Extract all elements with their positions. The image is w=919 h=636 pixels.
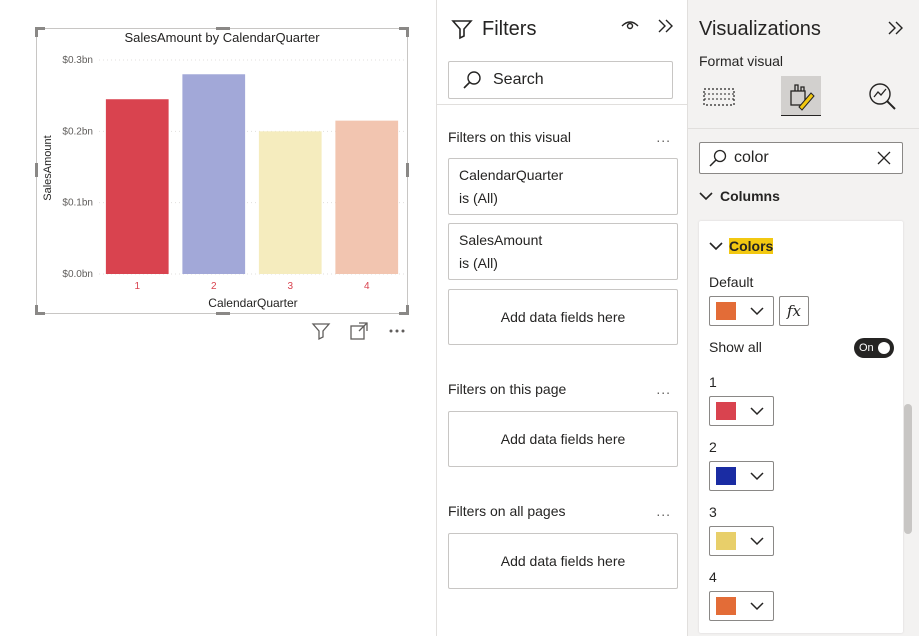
columns-label: Columns [720, 188, 780, 204]
bar-quarter-3[interactable] [258, 131, 322, 274]
color-swatch [716, 402, 736, 420]
filter-icon[interactable] [310, 320, 332, 342]
focus-mode-icon[interactable] [348, 320, 370, 342]
filter-pane-icon [451, 18, 473, 40]
chevron-down-icon [699, 192, 713, 201]
add-fields-page-dropzone[interactable]: Add data fields here [448, 411, 678, 467]
default-color-picker[interactable] [709, 296, 774, 326]
chevron-down-icon [750, 472, 764, 481]
color-swatch [716, 467, 736, 485]
y-tick-label: $0.1bn [62, 198, 93, 209]
format-search-input[interactable]: color [699, 142, 903, 174]
color-picker-4[interactable] [709, 591, 774, 621]
bar-quarter-1[interactable] [105, 99, 169, 274]
add-fields-visual-dropzone[interactable]: Add data fields here [448, 289, 678, 345]
colors-label: Colors [729, 238, 774, 254]
colors-section-header[interactable]: Colors [709, 238, 774, 254]
chevron-down-icon [750, 307, 764, 316]
chevron-down-icon [750, 602, 764, 611]
color-picker-2[interactable] [709, 461, 774, 491]
filters-on-all-pages-title: Filters on all pages [448, 503, 566, 519]
report-canvas: SalesAmount by CalendarQuarter SalesAmou… [0, 0, 436, 636]
filters-on-page-title: Filters on this page [448, 381, 567, 397]
format-visual-label: Format visual [699, 53, 784, 69]
divider [688, 128, 919, 129]
x-tick-label: 1 [134, 281, 140, 292]
chart-title: SalesAmount by CalendarQuarter [124, 30, 320, 45]
color-picker-1[interactable] [709, 396, 774, 426]
filters-pane: Filters Search Filters on this visual ..… [436, 0, 688, 636]
collapse-icon[interactable] [887, 20, 905, 36]
filter-state: is (All) [459, 190, 498, 206]
search-placeholder: Search [493, 71, 544, 88]
filters-search-input[interactable]: Search [448, 61, 673, 99]
show-all-toggle[interactable]: On [854, 338, 894, 358]
filter-card-salesamount[interactable]: SalesAmount is (All) [448, 223, 678, 280]
filter-field-name: CalendarQuarter [459, 167, 564, 183]
search-value: color [734, 149, 769, 166]
visualizations-pane: Visualizations Format visual color Colum… [687, 0, 919, 636]
search-icon [709, 149, 727, 167]
x-tick-label: 2 [211, 281, 217, 292]
columns-section-header[interactable]: Columns [699, 188, 780, 204]
show-all-label: Show all [709, 339, 762, 355]
bar-quarter-4[interactable] [335, 120, 399, 274]
search-icon [463, 71, 481, 89]
visual-header [310, 320, 408, 342]
filters-on-visual-title: Filters on this visual [448, 129, 571, 145]
color-item-label-4: 4 [709, 569, 717, 585]
clear-icon[interactable] [876, 150, 892, 166]
more-options-icon[interactable] [386, 320, 408, 342]
y-axis-label: SalesAmount [42, 135, 54, 200]
color-item-label-1: 1 [709, 374, 717, 390]
x-tick-label: 4 [364, 281, 370, 292]
color-item-label-3: 3 [709, 504, 717, 520]
more-icon[interactable]: ... [656, 381, 671, 397]
y-tick-label: $0.3bn [62, 55, 93, 66]
divider [437, 104, 688, 105]
y-tick-label: $0.0bn [62, 269, 93, 280]
filter-card-calendarquarter[interactable]: CalendarQuarter is (All) [448, 158, 678, 215]
chart-plot: SalesAmount by CalendarQuarter SalesAmou… [42, 30, 405, 310]
more-icon[interactable]: ... [656, 503, 671, 519]
build-visual-tab-icon[interactable] [699, 76, 739, 116]
color-swatch [716, 597, 736, 615]
color-picker-3[interactable] [709, 526, 774, 556]
filter-field-name: SalesAmount [459, 232, 543, 248]
conditional-formatting-fx-button[interactable]: fx [779, 296, 809, 326]
chevron-down-icon [709, 242, 723, 251]
toggle-label: On [859, 342, 874, 354]
chevron-down-icon [750, 537, 764, 546]
bar-quarter-2[interactable] [182, 74, 246, 274]
filter-state: is (All) [459, 255, 498, 271]
filters-title: Filters [482, 18, 537, 40]
active-tab-indicator [781, 115, 821, 116]
x-tick-label: 3 [287, 281, 293, 292]
add-fields-all-pages-dropzone[interactable]: Add data fields here [448, 533, 678, 589]
x-axis-label: CalendarQuarter [208, 296, 297, 310]
more-icon[interactable]: ... [656, 129, 671, 145]
color-swatch [716, 302, 736, 320]
colors-format-card: Colors Default fx Show all On 1 2 3 4 [699, 221, 903, 633]
chevron-down-icon [750, 407, 764, 416]
bar-chart-visual[interactable]: SalesAmount by CalendarQuarter SalesAmou… [35, 27, 409, 315]
color-swatch [716, 532, 736, 550]
toggle-knob [878, 342, 890, 354]
y-tick-label: $0.2bn [62, 126, 93, 137]
color-item-label-2: 2 [709, 439, 717, 455]
eye-icon[interactable] [621, 18, 639, 32]
scrollbar-thumb[interactable] [904, 404, 912, 534]
default-label: Default [709, 274, 754, 290]
collapse-icon[interactable] [657, 18, 675, 34]
format-icon[interactable] [781, 76, 821, 116]
visualizations-title: Visualizations [699, 18, 821, 40]
analytics-icon[interactable] [863, 76, 903, 116]
